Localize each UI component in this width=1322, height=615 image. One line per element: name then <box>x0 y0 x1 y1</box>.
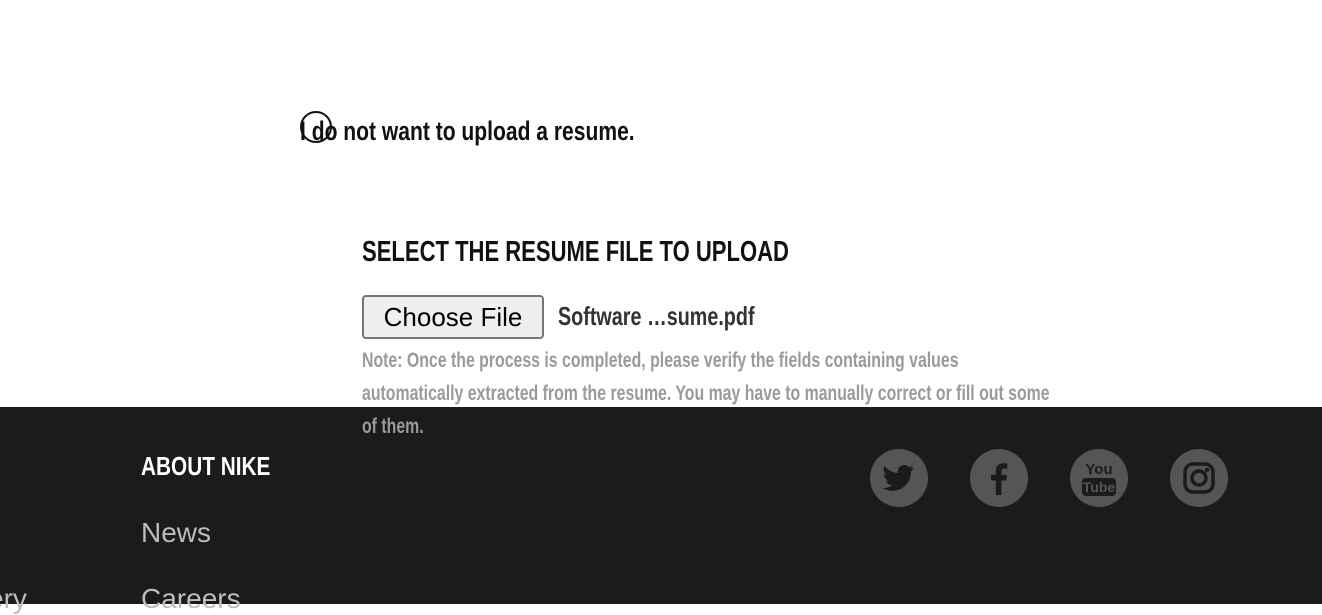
selected-file-name: Software …sume.pdf <box>558 301 755 331</box>
instagram-icon[interactable] <box>1170 449 1228 507</box>
footer-link-careers[interactable]: Careers <box>141 583 241 615</box>
no-resume-radio[interactable] <box>300 111 332 143</box>
no-resume-label: I do not want to upload a resume. <box>300 116 635 146</box>
facebook-icon[interactable] <box>970 449 1028 507</box>
upload-note: Note: Once the process is completed, ple… <box>362 349 1050 438</box>
youtube-you-text: You <box>1085 461 1112 478</box>
footer-heading-about: ABOUT NIKE <box>141 451 271 481</box>
footer-link-cut[interactable]: ery <box>0 583 27 615</box>
choose-file-button[interactable]: Choose File <box>362 295 544 339</box>
youtube-tube-text: Tube <box>1083 479 1116 495</box>
youtube-icon[interactable]: You Tube <box>1070 449 1128 507</box>
footer-link-news[interactable]: News <box>141 517 211 549</box>
no-resume-option[interactable]: I do not want to upload a resume. <box>300 110 1000 150</box>
twitter-icon[interactable] <box>870 449 928 507</box>
upload-heading: SELECT THE RESUME FILE TO UPLOAD <box>362 236 789 268</box>
